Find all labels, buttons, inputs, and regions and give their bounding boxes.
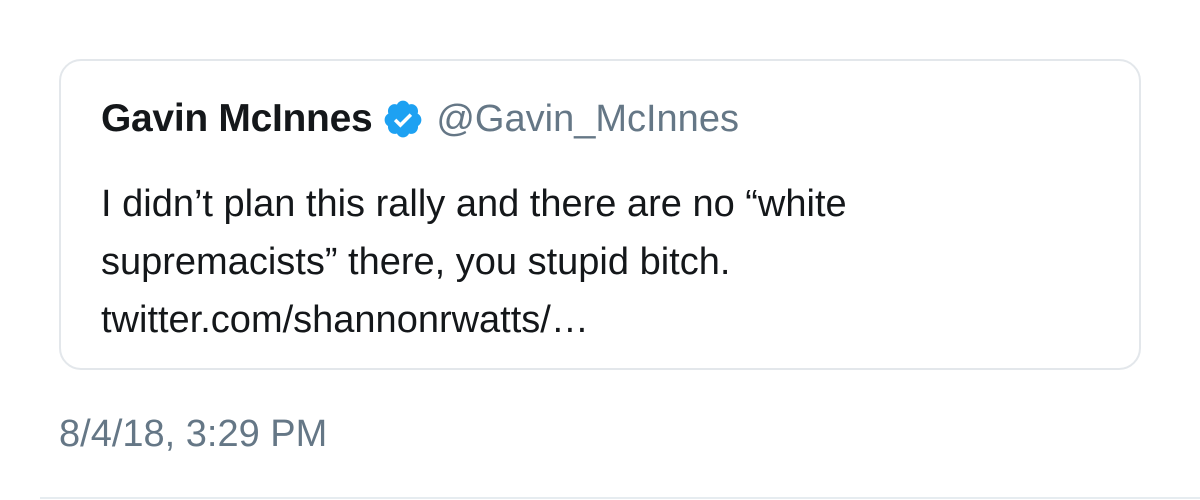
author-name[interactable]: Gavin McInnes [101,97,373,141]
quoted-tweet-card[interactable]: Gavin McInnes @Gavin_McInnes I didn’t pl… [59,59,1141,370]
tweet-text-line: I didn’t plan this rally and there are n… [101,183,847,225]
author-handle[interactable]: @Gavin_McInnes [436,98,739,141]
verified-check-icon [382,98,424,140]
tweet-text-line: supremacists” there, you stupid bitch. [101,241,731,283]
author-line: Gavin McInnes @Gavin_McInnes [101,97,739,141]
quoted-tweet-text: I didn’t plan this rally and there are n… [101,175,1111,349]
divider [40,497,1200,499]
tweet-timestamp[interactable]: 8/4/18, 3:29 PM [59,413,327,456]
tweet-link[interactable]: twitter.com/shannonrwatts/… [101,291,1111,349]
